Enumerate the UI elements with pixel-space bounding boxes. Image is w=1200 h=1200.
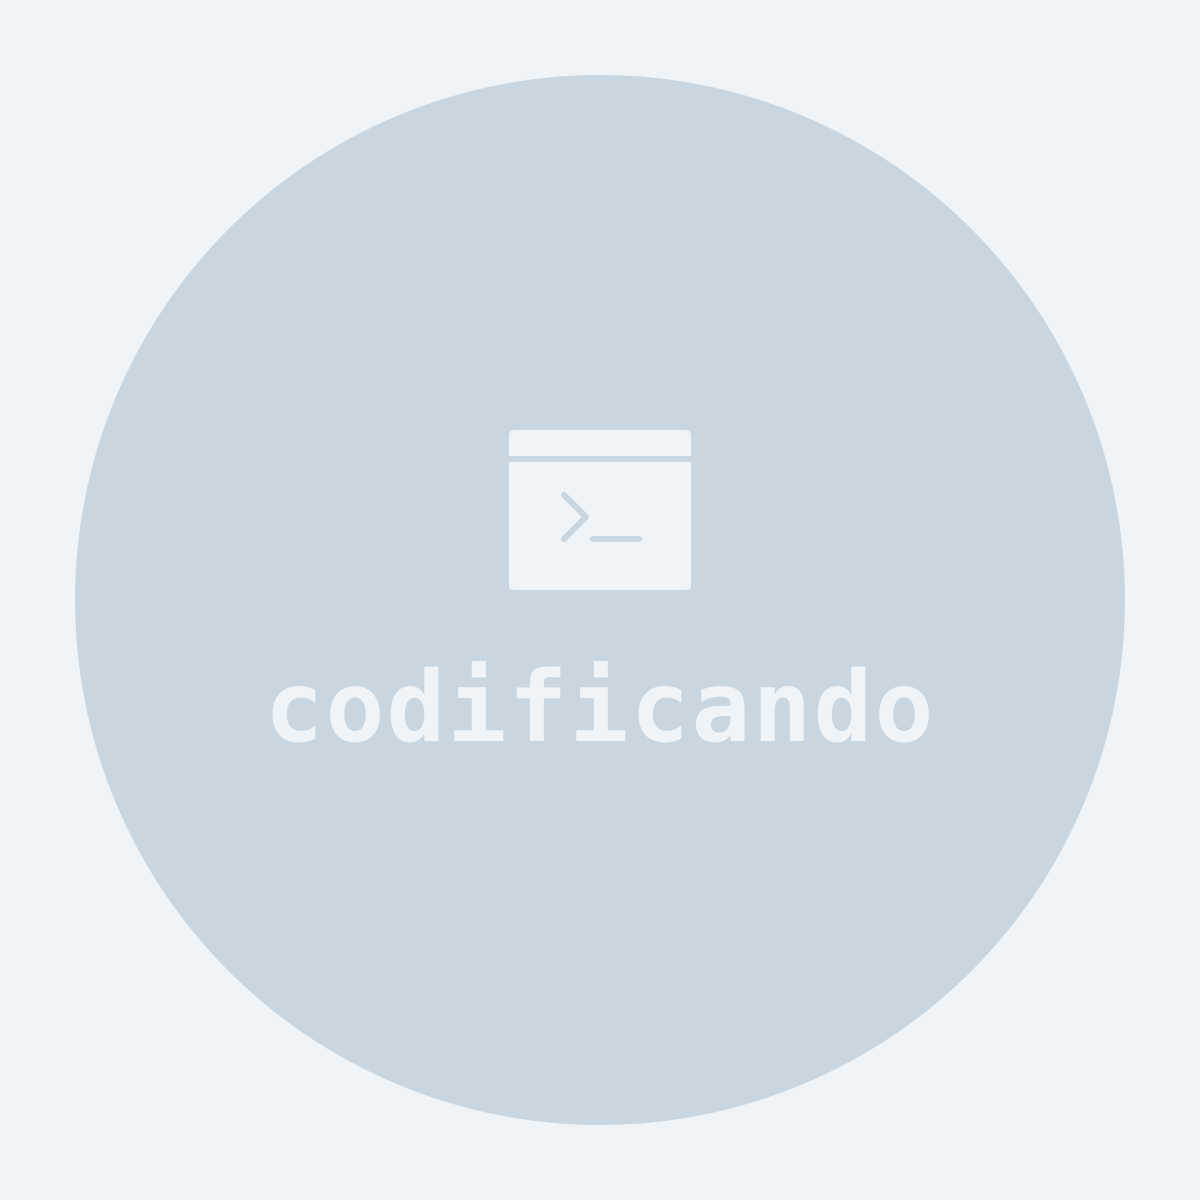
logo-circle-background: [75, 75, 1125, 1125]
logo-canvas: codificando: [0, 0, 1200, 1200]
terminal-window-icon: [509, 430, 691, 590]
logo-wordmark: codificando: [264, 651, 936, 765]
